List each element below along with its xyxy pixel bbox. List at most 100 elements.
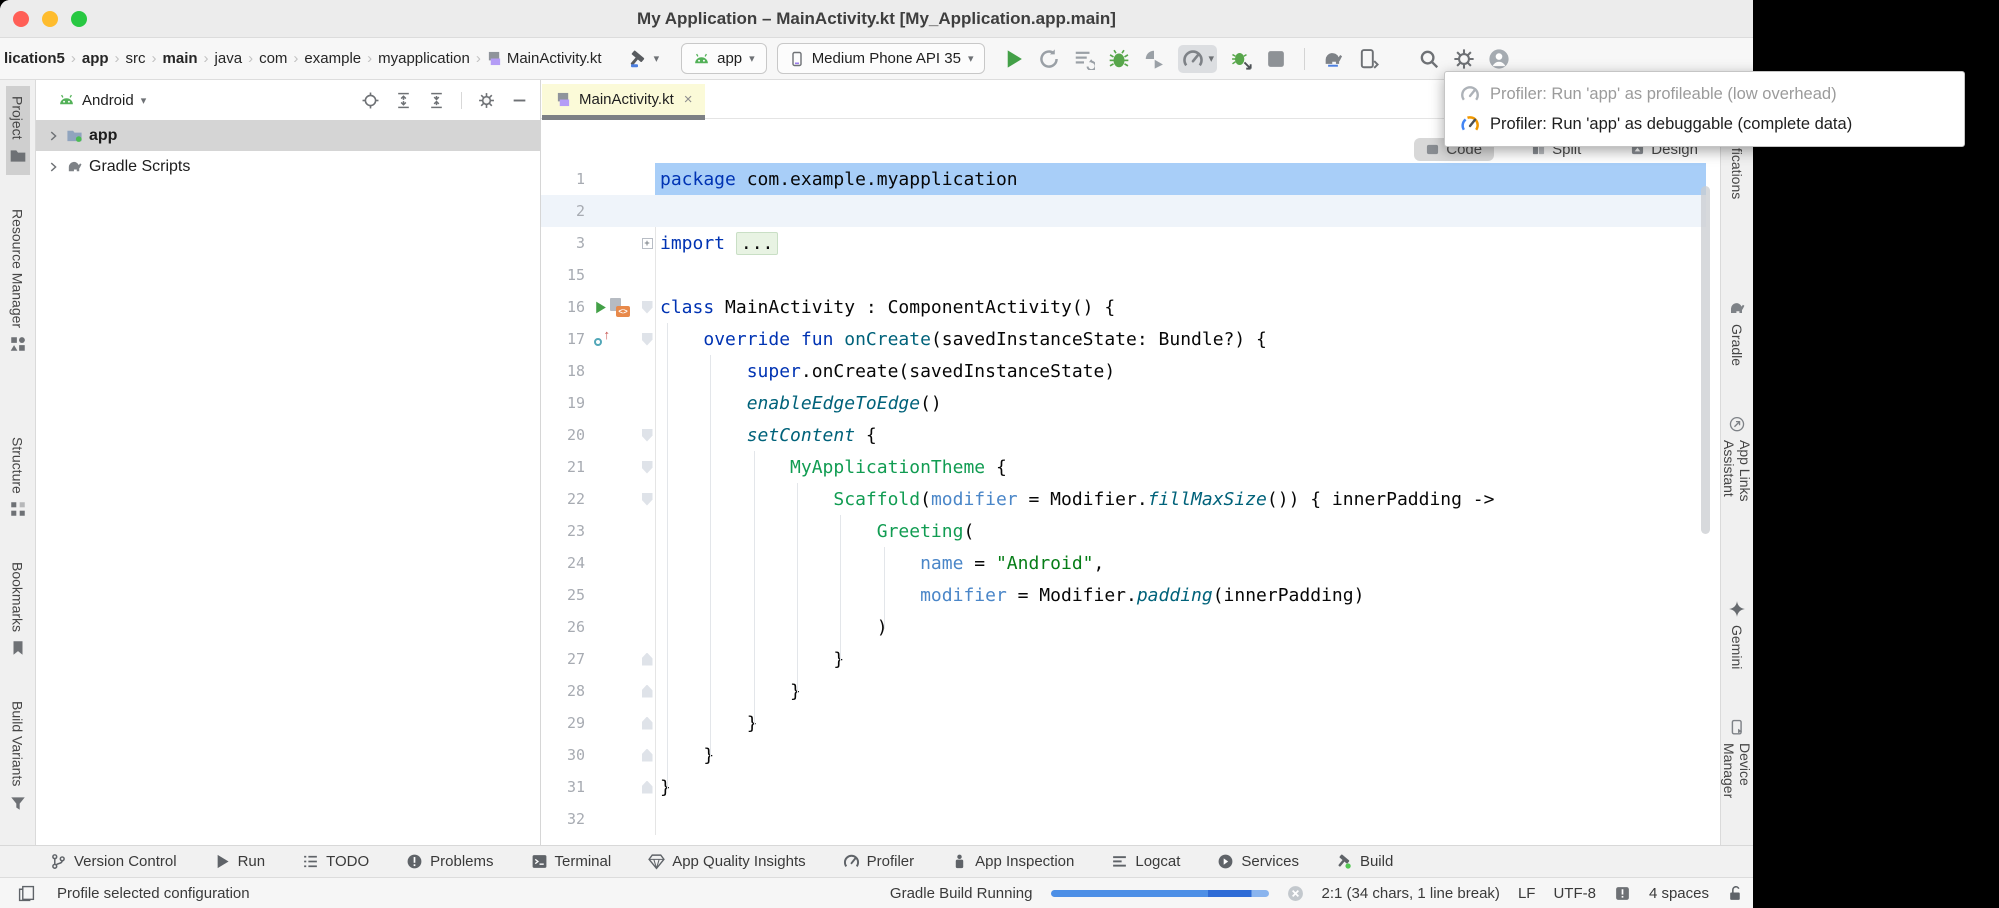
menu-item-profiler-run-app-as-profileable-low-over[interactable]: Profiler: Run 'app' as profileable (low … (1445, 79, 1964, 109)
debug-button[interactable] (1108, 48, 1130, 70)
gradle-sync-button[interactable] (1322, 48, 1344, 70)
code-line-15[interactable]: 15 (541, 259, 1706, 291)
fold-marker[interactable] (642, 333, 653, 346)
fold-marker[interactable] (642, 653, 653, 666)
run-configuration-select[interactable]: app ▾ (681, 43, 767, 74)
tool-window-tab-gradle[interactable]: Gradle (1725, 289, 1749, 376)
zoom-button[interactable] (71, 11, 87, 27)
fold-marker[interactable] (642, 429, 653, 442)
profiler-button[interactable]: ▾ (1178, 45, 1217, 73)
menu-item-profiler-run-app-as-debuggable-complete-[interactable]: Profiler: Run 'app' as debuggable (compl… (1445, 109, 1964, 139)
tool-window-tab-gemini[interactable]: Gemini (1725, 590, 1749, 679)
breadcrumb-item-com[interactable]: com (257, 50, 289, 67)
code-line-29[interactable]: 29 } (541, 707, 1706, 739)
fold-marker[interactable] (642, 461, 653, 474)
code-line-23[interactable]: 23 Greeting( (541, 515, 1706, 547)
settings-button[interactable] (1453, 48, 1475, 70)
code-line-25[interactable]: 25 modifier = Modifier.padding(innerPadd… (541, 579, 1706, 611)
code-line-26[interactable]: 26 ) (541, 611, 1706, 643)
breadcrumb-item-example[interactable]: example (302, 50, 363, 67)
indent-widget[interactable]: 4 spaces (1649, 885, 1709, 902)
tool-window-tab-structure[interactable]: Structure (6, 427, 30, 529)
breadcrumb-item-lication5[interactable]: lication5 (2, 50, 67, 67)
fold-marker[interactable]: + (642, 238, 653, 249)
tool-button-app-quality-insights[interactable]: App Quality Insights (648, 853, 805, 870)
breadcrumb-item-java[interactable]: java (213, 50, 245, 67)
encoding-widget[interactable]: UTF-8 (1553, 885, 1596, 902)
code-line-3[interactable]: 3+import ... (541, 227, 1706, 259)
build-project-button[interactable]: ▾ (628, 49, 660, 69)
tool-window-tab-bookmarks[interactable]: Bookmarks (6, 552, 30, 667)
chevron-down-icon[interactable]: ▾ (141, 94, 147, 107)
apply-changes-button[interactable] (1073, 48, 1095, 70)
code-line-32[interactable]: 32 (541, 803, 1706, 835)
tool-button-logcat[interactable]: Logcat (1111, 853, 1180, 870)
tool-button-version-control[interactable]: Version Control (50, 853, 177, 870)
breadcrumb-item-mainactivity-kt[interactable]: MainActivity.kt (485, 50, 604, 67)
code-line-24[interactable]: 24 name = "Android", (541, 547, 1706, 579)
code-line-18[interactable]: 18 super.onCreate(savedInstanceState) (541, 355, 1706, 387)
caret-position-widget[interactable]: 2:1 (34 chars, 1 line break) (1322, 885, 1500, 902)
fold-marker[interactable] (642, 781, 653, 794)
profile-debuggable-button[interactable] (1230, 48, 1252, 70)
breadcrumb-item-myapplication[interactable]: myapplication (376, 50, 472, 67)
tool-button-todo[interactable]: TODO (302, 853, 369, 870)
chevron-down-icon[interactable]: ▾ (654, 52, 660, 65)
tool-button-app-inspection[interactable]: App Inspection (951, 853, 1074, 870)
line-ending-widget[interactable]: LF (1518, 885, 1536, 902)
code-line-27[interactable]: 27 } (541, 643, 1706, 675)
code-line-28[interactable]: 28 } (541, 675, 1706, 707)
code-line-20[interactable]: 20 setContent { (541, 419, 1706, 451)
tool-button-run[interactable]: Run (214, 853, 266, 870)
account-button[interactable] (1488, 48, 1510, 70)
apply-code-changes-button[interactable] (1143, 48, 1165, 70)
compose-preview-icon[interactable]: <> (610, 298, 630, 317)
tool-window-tab-device-manager[interactable]: Device Manager (1720, 709, 1753, 845)
breadcrumb-item-app[interactable]: app (80, 50, 111, 67)
panel-options-gear-icon[interactable] (478, 92, 495, 109)
code-line-17[interactable]: 17↑ override fun onCreate(savedInstanceS… (541, 323, 1706, 355)
fold-marker[interactable] (642, 749, 653, 762)
tool-button-build[interactable]: Build (1336, 853, 1393, 870)
tool-window-tab-resource-manager[interactable]: Resource Manager (6, 199, 30, 363)
rerun-activity-button[interactable] (1038, 48, 1060, 70)
run-button[interactable] (1003, 48, 1025, 70)
tool-window-tab-app-links-assistant[interactable]: App Links Assistant (1720, 406, 1753, 560)
tool-button-services[interactable]: Services (1217, 853, 1299, 870)
hide-panel-icon[interactable] (511, 92, 528, 109)
device-sync-button[interactable] (1357, 48, 1379, 70)
code-line-31[interactable]: 31} (541, 771, 1706, 803)
code-line-22[interactable]: 22 Scaffold(modifier = Modifier.fillMaxS… (541, 483, 1706, 515)
override-method-icon[interactable]: ↑ (593, 331, 610, 348)
minimize-button[interactable] (42, 11, 58, 27)
breadcrumb-item-src[interactable]: src (124, 50, 148, 67)
project-view-select[interactable]: Android (82, 92, 134, 109)
locate-file-icon[interactable] (362, 92, 379, 109)
editor-tab-mainactivity[interactable]: MainActivity.kt × (542, 84, 705, 115)
stop-button[interactable] (1265, 48, 1287, 70)
chevron-down-icon[interactable]: ▾ (1208, 52, 1214, 65)
run-line-icon[interactable] (593, 300, 608, 315)
code-line-1[interactable]: 1package com.example.myapplication (541, 163, 1706, 195)
fold-marker[interactable] (642, 685, 653, 698)
collapse-all-icon[interactable] (428, 92, 445, 109)
expand-all-icon[interactable] (395, 92, 412, 109)
editor-scrollbar[interactable] (1701, 186, 1710, 534)
tool-button-profiler[interactable]: Profiler (843, 853, 915, 870)
tree-item-app[interactable]: app (36, 120, 540, 151)
tool-button-problems[interactable]: Problems (406, 853, 493, 870)
tool-window-tab-build-variants[interactable]: Build Variants (6, 691, 30, 821)
tool-button-terminal[interactable]: Terminal (531, 853, 612, 870)
search-everywhere-button[interactable] (1418, 48, 1440, 70)
tool-window-tab-project[interactable]: Project (6, 86, 30, 175)
code-line-30[interactable]: 30 } (541, 739, 1706, 771)
fold-marker[interactable] (642, 301, 653, 314)
close-icon[interactable]: × (684, 91, 693, 108)
code-line-16[interactable]: 16<>class MainActivity : ComponentActivi… (541, 291, 1706, 323)
fold-marker[interactable] (642, 493, 653, 506)
code-line-19[interactable]: 19 enableEdgeToEdge() (541, 387, 1706, 419)
fold-marker[interactable] (642, 717, 653, 730)
cancel-build-icon[interactable] (1287, 885, 1304, 902)
code-line-2[interactable]: 2 (541, 195, 1706, 227)
close-button[interactable] (13, 11, 29, 27)
